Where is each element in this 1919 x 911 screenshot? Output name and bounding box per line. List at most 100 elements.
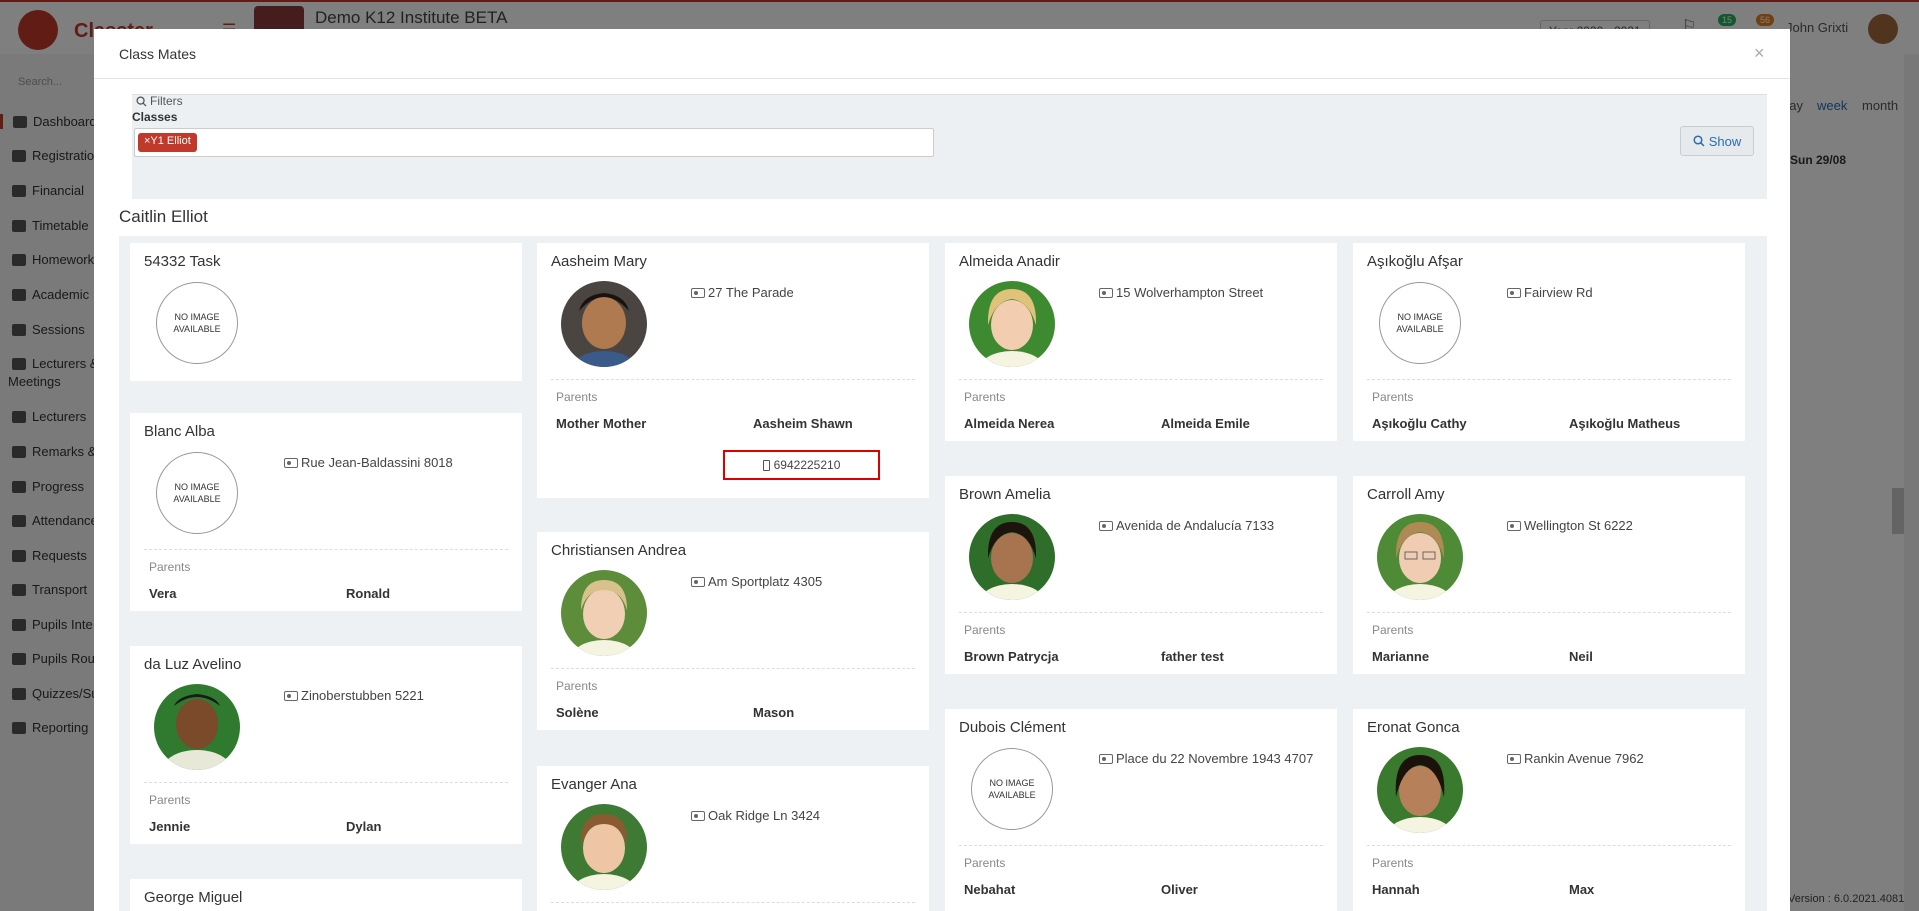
show-button[interactable]: Show [1680, 126, 1754, 156]
parent-name: father test [1161, 649, 1224, 664]
parents-label: Parents [964, 623, 1006, 637]
parents-label: Parents [1372, 856, 1414, 870]
address-card-icon [1507, 753, 1521, 764]
student-address: Avenida de Andalucía 7133 [1099, 518, 1274, 533]
student-name: da Luz Avelino [144, 656, 242, 673]
parents-label: Parents [1372, 623, 1414, 637]
no-image-placeholder: NO IMAGE AVAILABLE [156, 452, 238, 534]
address-card-icon [1099, 287, 1113, 298]
student-photo [969, 281, 1055, 367]
close-icon[interactable]: × [1754, 43, 1765, 64]
parents-label: Parents [149, 793, 191, 807]
parent-name: Neil [1569, 649, 1593, 664]
address-card-icon [1099, 520, 1113, 531]
student-card: Aşıkoğlu Afşar NO IMAGE AVAILABLE Fairvi… [1353, 243, 1745, 441]
student-card: 54332 Task NO IMAGE AVAILABLE [130, 243, 522, 381]
no-image-placeholder: NO IMAGE AVAILABLE [1379, 282, 1461, 364]
student-address: Zinoberstubben 5221 [284, 688, 424, 703]
student-address: Rankin Avenue 7962 [1507, 751, 1644, 766]
parent-name: Ronald [346, 586, 391, 601]
card-divider [144, 782, 508, 783]
student-photo [1377, 514, 1463, 600]
parent-name: Mother Mother [556, 416, 647, 431]
student-name: Almeida Anadir [959, 253, 1060, 270]
parents-label: Parents [1372, 390, 1414, 404]
address-card-icon [691, 810, 705, 821]
student-card: Dubois Clément NO IMAGE AVAILABLE Place … [945, 709, 1337, 911]
no-image-placeholder: NO IMAGE AVAILABLE [971, 748, 1053, 830]
student-photo [561, 804, 647, 890]
classes-multiselect-input[interactable] [134, 128, 934, 157]
parents-label: Parents [964, 856, 1006, 870]
address-card-icon [1507, 287, 1521, 298]
student-card: Aasheim Mary 27 The Parade Parents Mothe… [537, 243, 929, 498]
student-address: Am Sportplatz 4305 [691, 574, 822, 589]
student-name: Brown Amelia [959, 486, 1051, 503]
class-tag-y1-elliot[interactable]: ×Y1 Elliot [138, 133, 197, 152]
card-divider [1367, 612, 1731, 613]
parent-name: Brown Patrycja [964, 649, 1059, 664]
parent-name: Dylan [346, 819, 382, 834]
card-divider [1367, 845, 1731, 846]
highlighted-phone-number[interactable]: 6942225210 [723, 450, 880, 480]
address-card-icon [691, 576, 705, 587]
student-card: Blanc Alba NO IMAGE AVAILABLE Rue Jean-B… [130, 413, 522, 611]
address-card-icon [1507, 520, 1521, 531]
student-address: Place du 22 Novembre 1943 4707 [1099, 751, 1313, 766]
classes-label: Classes [132, 110, 178, 124]
card-divider [551, 379, 915, 380]
parent-name: Mason [753, 705, 795, 720]
filters-legend-label: Filters [150, 94, 183, 108]
student-name: Eronat Gonca [1367, 719, 1460, 736]
student-photo [969, 514, 1055, 600]
parent-name: Aasheim Shawn [753, 416, 853, 431]
student-name: Aşıkoğlu Afşar [1367, 253, 1463, 270]
student-card: Christiansen Andrea Am Sportplatz 4305 P… [537, 532, 929, 730]
card-divider [551, 668, 915, 669]
student-name: Christiansen Andrea [551, 542, 687, 559]
student-address: 15 Wolverhampton Street [1099, 285, 1263, 300]
student-card: Brown Amelia Avenida de Andalucía 7133 P… [945, 476, 1337, 674]
address-card-icon [1099, 753, 1113, 764]
student-address: 27 The Parade [691, 285, 794, 300]
parent-name: Oliver [1161, 882, 1198, 897]
filters-legend[interactable]: Filters [136, 94, 183, 108]
student-photo [561, 570, 647, 656]
no-image-placeholder: NO IMAGE AVAILABLE [156, 282, 238, 364]
student-address: Rue Jean-Baldassini 8018 [284, 455, 453, 470]
search-icon [136, 95, 147, 107]
parent-name: Solène [556, 705, 599, 720]
parents-label: Parents [149, 560, 191, 574]
student-address: Wellington St 6222 [1507, 518, 1633, 533]
card-divider [959, 379, 1323, 380]
student-name: Carroll Amy [1367, 486, 1445, 503]
student-name: Evanger Ana [551, 776, 637, 793]
parents-label: Parents [556, 679, 598, 693]
parent-name: Vera [149, 586, 177, 601]
parents-label: Parents [556, 390, 598, 404]
student-card: da Luz Avelino Zinoberstubben 5221 Paren… [130, 646, 522, 844]
student-photo [154, 684, 240, 770]
search-icon [1693, 135, 1705, 147]
class-mates-modal: Class Mates × Filters Classes ×Y1 Elliot… [94, 29, 1790, 911]
student-group-title: Caitlin Elliot [119, 207, 208, 226]
student-name: Dubois Clément [959, 719, 1066, 736]
student-name: 54332 Task [144, 253, 221, 270]
student-address: Fairview Rd [1507, 285, 1593, 300]
card-divider [1367, 379, 1731, 380]
address-card-icon [284, 690, 298, 701]
student-photo [1377, 747, 1463, 833]
student-name: Aasheim Mary [551, 253, 647, 270]
student-name: Blanc Alba [144, 423, 215, 440]
parent-name: Nebahat [964, 882, 1016, 897]
parents-label: Parents [964, 390, 1006, 404]
parent-name: Aşıkoğlu Cathy [1372, 416, 1467, 431]
card-divider [959, 845, 1323, 846]
card-divider [551, 902, 915, 903]
modal-header: Class Mates × [94, 29, 1790, 79]
student-card: George Miguel [130, 879, 522, 911]
student-photo [561, 281, 647, 367]
parent-name: Hannah [1372, 882, 1420, 897]
parent-name: Jennie [149, 819, 191, 834]
student-card: Carroll Amy Wellington St 6222 Parents M… [1353, 476, 1745, 674]
